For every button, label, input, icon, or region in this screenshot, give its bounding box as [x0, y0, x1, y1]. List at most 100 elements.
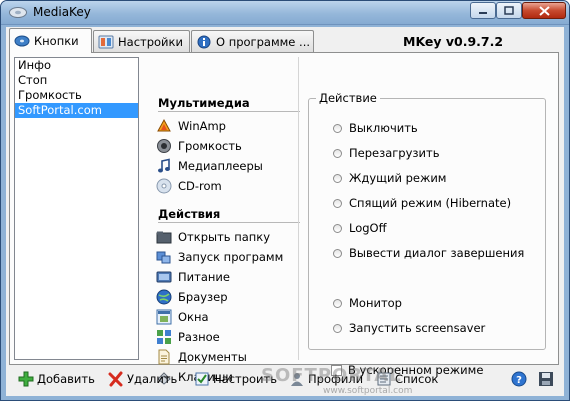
radio-hibernate[interactable]: Спящий режим (Hibernate): [333, 195, 511, 211]
list-item-info[interactable]: Инфо: [15, 58, 138, 73]
checklist-icon: [195, 372, 209, 386]
category-volume[interactable]: Громкость: [156, 136, 242, 156]
radio-monitor[interactable]: Монитор: [333, 295, 402, 311]
help-icon: ?: [511, 371, 527, 387]
delete-x-icon: [108, 371, 123, 387]
radio-shutdown-label: Выключить: [349, 121, 418, 135]
tab-settings[interactable]: Настройки: [93, 30, 190, 52]
radio-hibernate-label: Спящий режим (Hibernate): [349, 196, 512, 210]
client-area: Кнопки Настройки О программе ... MKey v0…: [6, 27, 564, 396]
radio-logoff[interactable]: LogOff: [333, 220, 387, 236]
button-list[interactable]: Инфо Стоп Громкость SoftPortal.com: [14, 57, 139, 360]
category-run-programs-label: Запуск программ: [178, 250, 284, 264]
minimize-icon: [479, 11, 487, 14]
delete-button[interactable]: Удалить: [108, 369, 177, 389]
radio-reboot[interactable]: Перезагрузить: [333, 145, 439, 161]
category-mediaplayers-label: Медиаплееры: [178, 159, 263, 173]
radio-button[interactable]: [333, 223, 342, 233]
radio-shutdown[interactable]: Выключить: [333, 120, 418, 136]
category-documents-label: Документы: [178, 350, 247, 364]
documents-icon: [158, 349, 170, 365]
category-open-folder-label: Открыть папку: [178, 230, 271, 244]
speaker-icon: [157, 139, 171, 153]
category-power-label: Питание: [178, 270, 230, 284]
category-browser[interactable]: Браузер: [156, 287, 228, 307]
category-winamp-label: WinAmp: [178, 119, 226, 133]
radio-reboot-label: Перезагрузить: [349, 146, 440, 160]
category-windows-label: Окна: [178, 310, 209, 324]
category-winamp[interactable]: WinAmp: [156, 116, 226, 136]
radio-shutdown-dialog-label: Вывести диалог завершения: [349, 246, 525, 260]
actions-header: Действия: [158, 207, 221, 221]
list-item-softportal[interactable]: SoftPortal.com: [15, 103, 138, 118]
title-bar[interactable]: MediaKey: [1, 1, 569, 25]
category-cdrom[interactable]: CD-rom: [156, 176, 222, 196]
disc-icon: [14, 35, 30, 47]
radio-button[interactable]: [333, 298, 342, 308]
help-button[interactable]: ?: [511, 369, 530, 389]
radio-screensaver[interactable]: Запустить screensaver: [333, 320, 485, 336]
watermark-logo: SOFTPORTAL: [261, 365, 402, 386]
tab-buttons[interactable]: Кнопки: [9, 28, 92, 53]
tab-buttons-label: Кнопки: [34, 34, 79, 48]
radio-button[interactable]: [333, 148, 342, 158]
radio-monitor-label: Монитор: [349, 296, 402, 310]
category-windows[interactable]: Окна: [156, 307, 209, 327]
info-icon: [197, 35, 211, 48]
radio-shutdown-dialog[interactable]: Вывести диалог завершения: [333, 245, 524, 261]
close-button[interactable]: [522, 2, 566, 19]
close-icon: [538, 5, 550, 16]
delete-button-label: Удалить: [127, 372, 178, 386]
radio-button[interactable]: [333, 323, 342, 333]
category-mediaplayers[interactable]: Медиаплееры: [156, 156, 263, 176]
plus-icon: [18, 371, 34, 387]
misc-icon: [157, 330, 171, 344]
tab-about[interactable]: О программе ...: [191, 30, 314, 52]
multimedia-header: Мультимедиа: [158, 96, 250, 110]
windows-icon: [156, 309, 172, 325]
music-note-icon: [158, 158, 170, 173]
radio-logoff-label: LogOff: [349, 221, 387, 235]
programs-icon: [156, 251, 171, 264]
radio-standby-label: Ждущий режим: [349, 171, 447, 185]
actions-divider: [158, 222, 300, 223]
add-button[interactable]: Добавить: [18, 369, 95, 389]
buttons-panel: Инфо Стоп Громкость SoftPortal.com Мульт…: [9, 52, 559, 385]
radio-standby[interactable]: Ждущий режим: [333, 170, 446, 186]
globe-icon: [156, 289, 172, 305]
category-cdrom-label: CD-rom: [178, 179, 222, 193]
category-volume-label: Громкость: [178, 139, 242, 153]
category-run-programs[interactable]: Запуск программ: [156, 247, 283, 267]
save-button[interactable]: [538, 369, 557, 389]
category-misc[interactable]: Разное: [156, 327, 220, 347]
tab-about-label: О программе ...: [216, 34, 310, 49]
panel-separator: [298, 57, 299, 360]
minimize-button[interactable]: [470, 2, 496, 19]
folder-icon: [156, 231, 172, 244]
radio-button[interactable]: [333, 123, 342, 133]
power-icon: [156, 271, 172, 283]
radio-button[interactable]: [333, 173, 342, 183]
category-open-folder[interactable]: Открыть папку: [156, 227, 270, 247]
radio-button[interactable]: [333, 198, 342, 208]
version-label: MKey v0.9.7.2: [403, 34, 504, 49]
maximize-icon: [504, 6, 514, 15]
tab-settings-label: Настройки: [118, 34, 183, 49]
radio-screensaver-label: Запустить screensaver: [349, 321, 486, 335]
window-title: MediaKey: [33, 5, 91, 19]
category-documents[interactable]: Документы: [156, 347, 247, 367]
category-browser-label: Браузер: [178, 290, 228, 304]
main-window: MediaKey Кнопки Настройки О программе ..…: [0, 0, 570, 401]
category-power[interactable]: Питание: [156, 267, 230, 287]
radio-button[interactable]: [333, 248, 342, 258]
maximize-button[interactable]: [496, 2, 522, 19]
svg-text:?: ?: [516, 375, 522, 386]
settings-icon: [98, 35, 114, 48]
list-item-stop[interactable]: Стоп: [15, 73, 138, 88]
category-misc-label: Разное: [178, 330, 220, 344]
floppy-icon: [539, 372, 553, 386]
list-item-volume[interactable]: Громкость: [15, 88, 138, 103]
add-button-label: Добавить: [37, 372, 95, 386]
watermark-url: www.softportal.com: [323, 386, 413, 396]
action-group-legend: Действие: [316, 91, 380, 105]
